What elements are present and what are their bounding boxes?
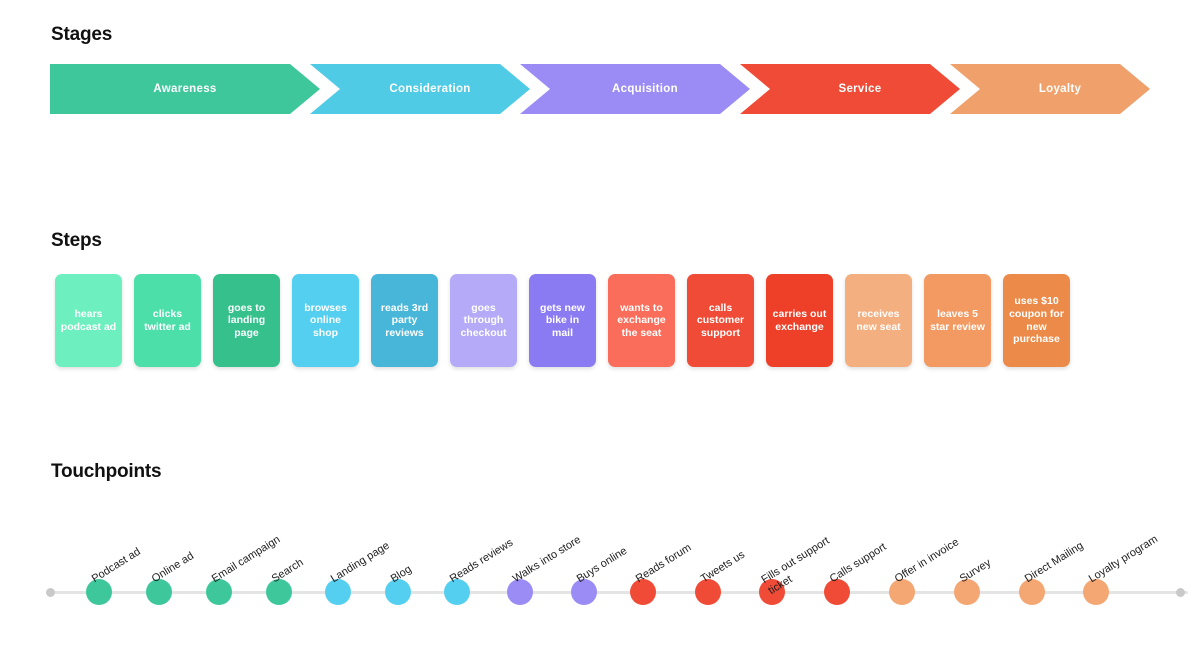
step-card-label: reads 3rd party reviews	[380, 301, 429, 339]
touchpoint-label: Walks into store	[510, 533, 584, 586]
touchpoints-timeline: Podcast ad Online ad Email campaign Search L…	[0, 490, 1200, 620]
stage-chevron-shape	[520, 64, 750, 114]
stage-loyalty[interactable]: Loyalty	[950, 64, 1150, 114]
step-card-label: clicks twitter ad	[144, 307, 191, 333]
touchpoint-label: Buys online	[574, 544, 630, 586]
stage-chevron-shape	[740, 64, 960, 114]
step-card[interactable]: calls customer support	[687, 274, 754, 367]
step-card[interactable]: goes to landing page	[213, 274, 280, 367]
step-card[interactable]: clicks twitter ad	[134, 274, 201, 367]
step-card-label: uses $10 coupon for new purchase	[1009, 295, 1064, 346]
step-card[interactable]: wants to exchange the seat	[608, 274, 675, 367]
step-card[interactable]: leaves 5 star review	[924, 274, 991, 367]
stage-service[interactable]: Service	[740, 64, 960, 114]
stage-chevron-shape	[50, 64, 320, 114]
steps-section-title: Steps	[51, 230, 102, 251]
touchpoint-label: Online ad	[149, 549, 196, 586]
step-card[interactable]: browses online shop	[292, 274, 359, 367]
touchpoint-label: Calls support	[827, 540, 889, 586]
touchpoint-label: Offer in invoice	[892, 536, 962, 586]
touchpoint-label: Landing page	[328, 539, 392, 586]
stage-acquisition[interactable]: Acquisition	[520, 64, 750, 114]
touchpoint-label: Tweets us	[698, 548, 748, 586]
touchpoint-label: Search	[269, 556, 306, 586]
touchpoints-section-title: Touchpoints	[51, 461, 162, 482]
step-card-label: gets new bike in mail	[540, 301, 585, 339]
step-card[interactable]: carries out exchange	[766, 274, 833, 367]
step-card-label: hears podcast ad	[60, 307, 117, 333]
timeline-start-dot	[46, 588, 55, 597]
step-card-label: leaves 5 star review	[930, 307, 985, 333]
steps-card-row: hears podcast ad clicks twitter ad goes to…	[55, 274, 1070, 367]
touchpoint-label: Direct Mailing	[1022, 539, 1086, 586]
touchpoint-label: Podcast ad	[89, 545, 143, 586]
step-card[interactable]: reads 3rd party reviews	[371, 274, 438, 367]
step-card-label: calls customer support	[696, 301, 745, 339]
stages-arrow-bar: Awareness Consideration Acquisition Service…	[50, 64, 1150, 114]
step-card-label: wants to exchange the seat	[617, 301, 666, 339]
stage-awareness[interactable]: Awareness	[50, 64, 320, 114]
step-card-label: goes to landing page	[227, 301, 266, 339]
step-card-label: goes through checkout	[460, 301, 507, 339]
step-card[interactable]: goes through checkout	[450, 274, 517, 367]
step-card[interactable]: uses $10 coupon for new purchase	[1003, 274, 1070, 367]
stages-section-title: Stages	[51, 24, 113, 45]
stage-chevron-shape	[950, 64, 1150, 114]
stage-chevron-shape	[310, 64, 530, 114]
step-card[interactable]: gets new bike in mail	[529, 274, 596, 367]
timeline-end-dot	[1176, 588, 1185, 597]
step-card[interactable]: receives new seat	[845, 274, 912, 367]
step-card-label: receives new seat	[856, 307, 901, 333]
step-card-label: browses online shop	[304, 301, 347, 339]
touchpoint-label: Loyalty program	[1086, 533, 1160, 586]
stage-consideration[interactable]: Consideration	[310, 64, 530, 114]
touchpoint-label: Reads reviews	[447, 536, 516, 586]
step-card-label: carries out exchange	[772, 307, 827, 333]
touchpoint-label: Reads forum	[633, 541, 694, 586]
step-card[interactable]: hears podcast ad	[55, 274, 122, 367]
